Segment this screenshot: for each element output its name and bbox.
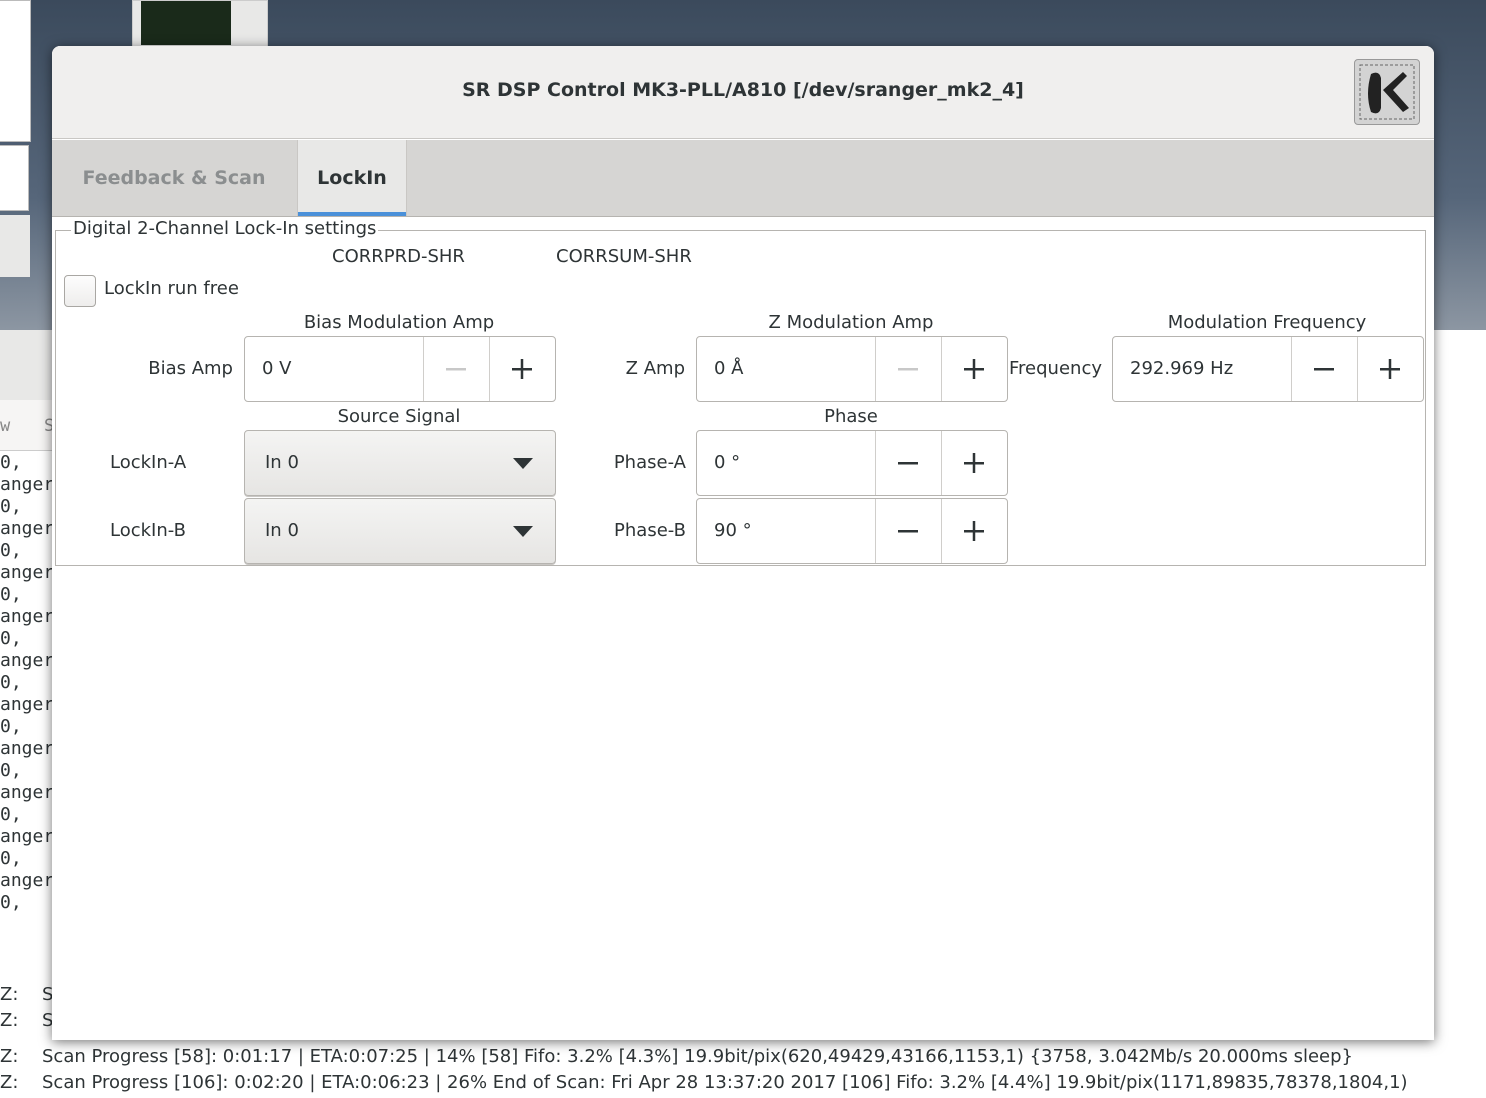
modulation-frequency-heading: Modulation Frequency bbox=[1167, 312, 1367, 333]
status-line: Z: Scan Progress [58]: 0:01:17 | ETA:0:07… bbox=[0, 1046, 1353, 1067]
background-window bbox=[0, 145, 29, 211]
phase-b-label: Phase-B bbox=[614, 520, 686, 541]
tab-lockin[interactable]: LockIn bbox=[297, 140, 407, 216]
bias-amp-label: Bias Amp bbox=[148, 358, 233, 379]
lockin-run-free-label[interactable]: LockIn run free bbox=[104, 278, 239, 299]
lockin-a-label: LockIn-A bbox=[110, 452, 187, 473]
phase-a-decrement-button[interactable] bbox=[875, 431, 941, 495]
phase-b-spinbutton[interactable]: 90 ° bbox=[696, 498, 1008, 564]
z-amp-spinbutton[interactable]: 0 Å bbox=[696, 336, 1008, 402]
plus-icon bbox=[512, 359, 532, 379]
frequency-label: Frequency bbox=[1009, 358, 1102, 379]
lockin-b-source-select[interactable]: In 0 bbox=[244, 498, 556, 564]
bias-modulation-heading: Bias Modulation Amp bbox=[303, 312, 495, 333]
z-amp-label: Z Amp bbox=[625, 358, 685, 379]
phase-b-decrement-button[interactable] bbox=[875, 499, 941, 563]
tab-feedback-scan[interactable]: Feedback & Scan bbox=[52, 140, 296, 216]
lockin-run-free-checkbox[interactable] bbox=[64, 275, 96, 307]
status-line: Z: S bbox=[0, 984, 54, 1005]
lockin-b-source-value: In 0 bbox=[265, 520, 299, 541]
frequency-decrement-button[interactable] bbox=[1291, 337, 1357, 401]
bias-amp-spinbutton[interactable]: 0 V bbox=[244, 336, 556, 402]
corr-prd-label: CORRPRD-SHR bbox=[332, 246, 465, 267]
background-window bbox=[0, 0, 31, 142]
z-amp-increment-button[interactable] bbox=[941, 337, 1007, 401]
lockin-a-source-select[interactable]: In 0 bbox=[244, 430, 556, 496]
status-line: Z: S bbox=[0, 1010, 54, 1031]
plus-icon bbox=[964, 453, 984, 473]
active-tab-indicator bbox=[298, 212, 406, 216]
frequency-spinbutton[interactable]: 292.969 Hz bbox=[1112, 336, 1424, 402]
bias-amp-increment-button[interactable] bbox=[489, 337, 555, 401]
bias-amp-decrement-button[interactable] bbox=[423, 337, 489, 401]
frequency-increment-button[interactable] bbox=[1357, 337, 1423, 401]
minus-icon bbox=[898, 530, 918, 533]
corr-sum-label: CORRSUM-SHR bbox=[556, 246, 692, 267]
phase-a-increment-button[interactable] bbox=[941, 431, 1007, 495]
dropdown-arrow-icon bbox=[513, 526, 533, 537]
app-logo-icon[interactable] bbox=[1354, 59, 1420, 125]
tab-lockin-label: LockIn bbox=[317, 167, 387, 189]
minus-icon bbox=[446, 368, 466, 371]
frame-title: Digital 2-Channel Lock-In settings bbox=[71, 218, 379, 239]
terminal-column-header: w S bbox=[0, 400, 60, 451]
phase-b-value[interactable]: 90 ° bbox=[697, 499, 752, 563]
plus-icon bbox=[964, 359, 984, 379]
phase-a-spinbutton[interactable]: 0 ° bbox=[696, 430, 1008, 496]
dropdown-arrow-icon bbox=[513, 458, 533, 469]
minus-icon bbox=[898, 368, 918, 371]
source-signal-heading: Source Signal bbox=[337, 406, 461, 427]
thumbnail-plot bbox=[141, 1, 231, 45]
tab-bar: Feedback & Scan LockIn bbox=[52, 140, 1434, 217]
status-line: Z: Scan Progress [106]: 0:02:20 | ETA:0:0… bbox=[0, 1072, 1408, 1093]
phase-a-label: Phase-A bbox=[613, 452, 686, 473]
plus-icon bbox=[1380, 359, 1400, 379]
z-modulation-heading: Z Modulation Amp bbox=[768, 312, 934, 333]
terminal-header bbox=[0, 330, 60, 401]
plus-icon bbox=[964, 521, 984, 541]
phase-a-value[interactable]: 0 ° bbox=[697, 431, 740, 495]
background-window bbox=[0, 215, 30, 277]
minus-icon bbox=[1314, 368, 1334, 371]
lockin-a-source-value: In 0 bbox=[265, 452, 299, 473]
phase-heading: Phase bbox=[824, 406, 878, 427]
terminal-output: 0, anger 0, anger 0, anger 0, anger 0, -… bbox=[0, 452, 56, 913]
dsp-control-dialog: SR DSP Control MK3-PLL/A810 [/dev/srange… bbox=[52, 46, 1434, 1040]
terminal-column-a: w bbox=[0, 416, 11, 436]
bias-amp-value[interactable]: 0 V bbox=[245, 337, 292, 401]
phase-b-increment-button[interactable] bbox=[941, 499, 1007, 563]
frequency-value[interactable]: 292.969 Hz bbox=[1113, 337, 1233, 401]
titlebar[interactable]: SR DSP Control MK3-PLL/A810 [/dev/srange… bbox=[52, 46, 1434, 139]
z-amp-decrement-button[interactable] bbox=[875, 337, 941, 401]
lockin-b-label: LockIn-B bbox=[110, 520, 186, 541]
z-amp-value[interactable]: 0 Å bbox=[697, 337, 744, 401]
minus-icon bbox=[898, 462, 918, 465]
window-title: SR DSP Control MK3-PLL/A810 [/dev/srange… bbox=[462, 79, 1024, 101]
background-thumbnail-window bbox=[132, 0, 268, 48]
